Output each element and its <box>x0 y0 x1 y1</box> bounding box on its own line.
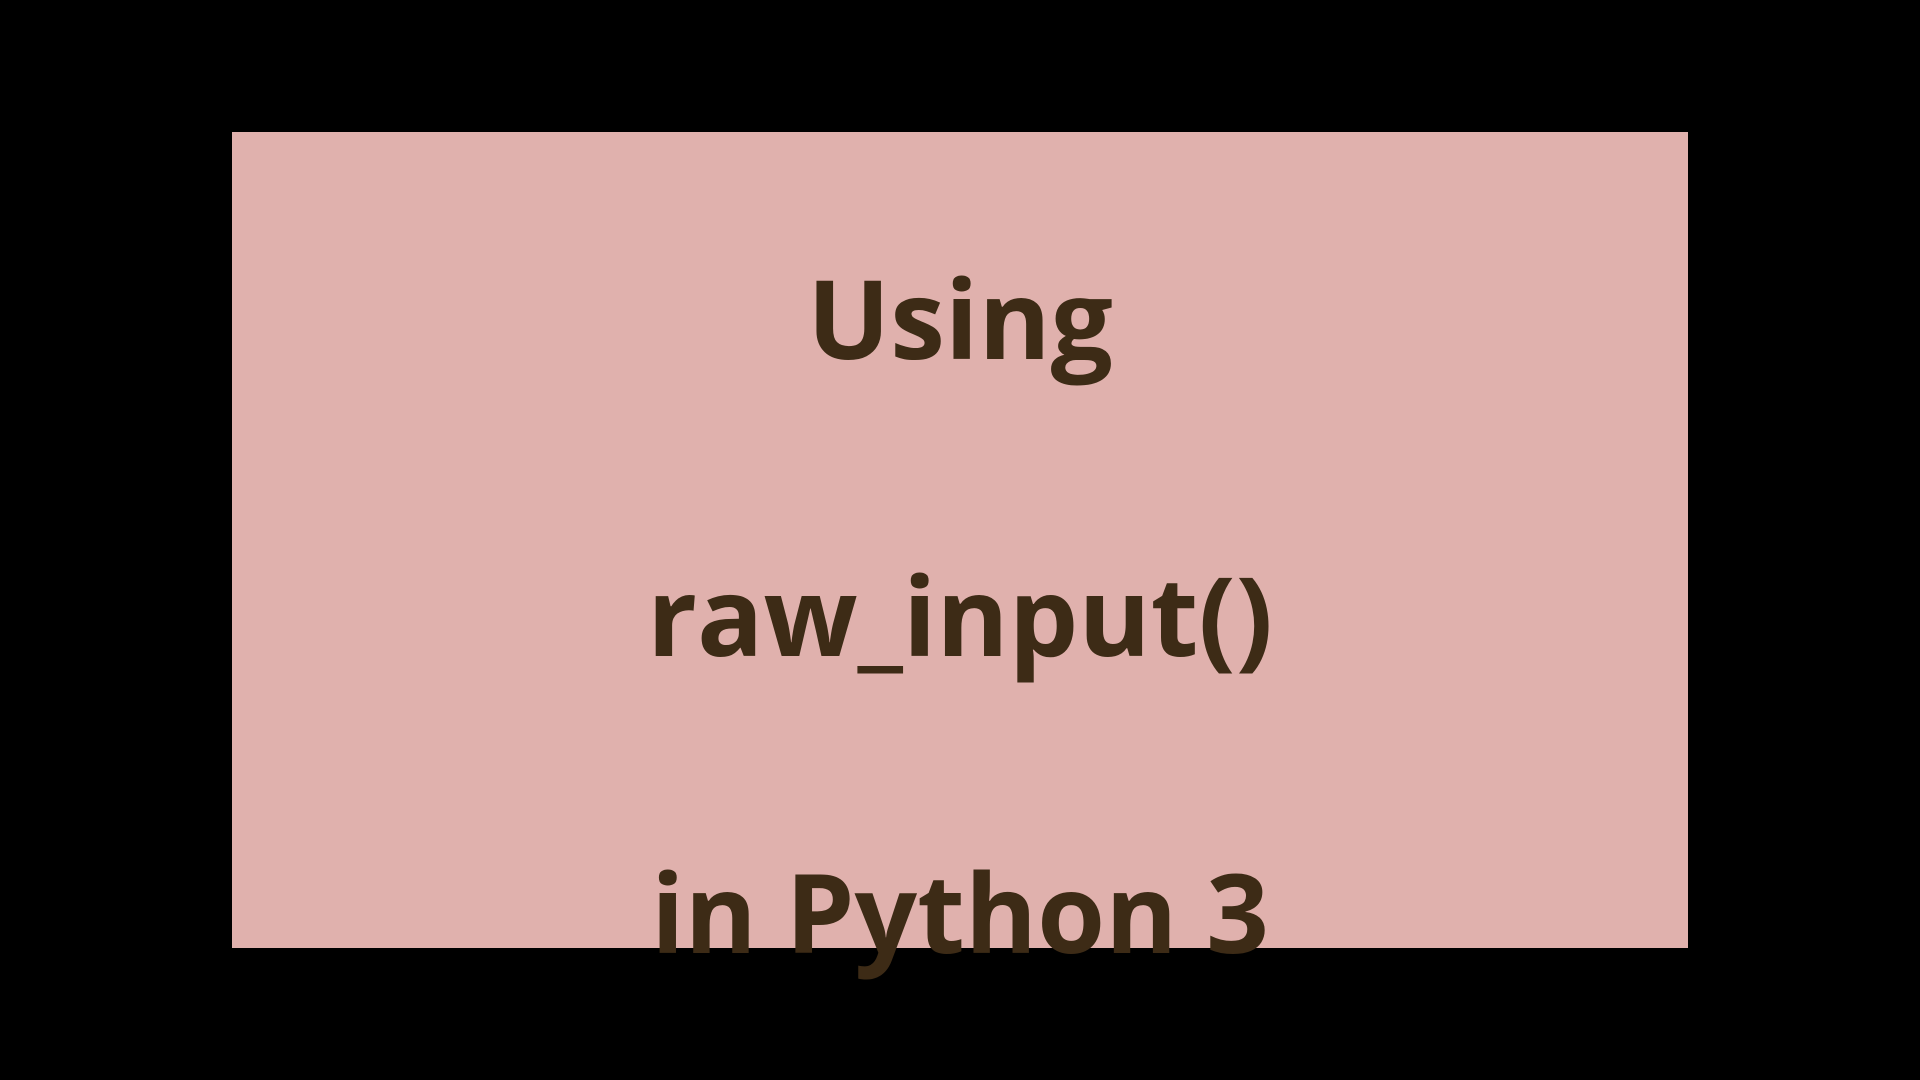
card-title: Using raw_input() in Python 3 <box>647 95 1273 986</box>
title-line-2: raw_input() <box>647 539 1273 689</box>
title-line-3: in Python 3 <box>651 836 1269 986</box>
title-card: Using raw_input() in Python 3 <box>232 132 1688 948</box>
title-line-1: Using <box>807 242 1113 392</box>
